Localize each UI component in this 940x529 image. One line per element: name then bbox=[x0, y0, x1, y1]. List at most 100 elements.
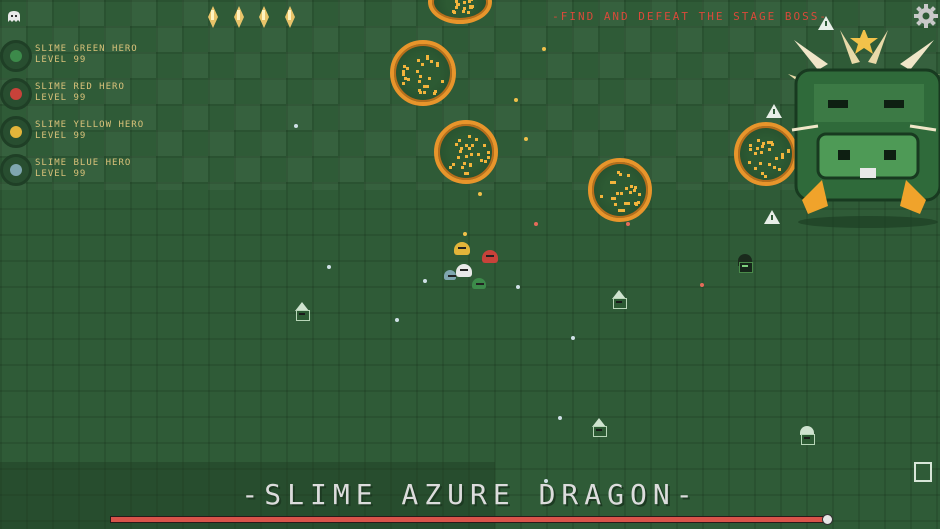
spore-speck bbox=[760, 151, 764, 155]
spore-speck bbox=[753, 166, 757, 170]
spore-speck bbox=[617, 171, 621, 175]
slime-icon bbox=[10, 88, 22, 100]
spore-speck bbox=[780, 156, 784, 160]
spore-speck bbox=[766, 140, 770, 144]
spore-speck bbox=[434, 89, 438, 93]
spore-speck bbox=[468, 4, 472, 8]
projectile bbox=[534, 222, 538, 226]
spore-speck bbox=[626, 201, 630, 205]
spore-speck bbox=[426, 85, 430, 89]
spore-speck bbox=[468, 147, 472, 151]
spore-speck bbox=[420, 62, 424, 66]
spore-speck bbox=[425, 57, 429, 61]
spore-speck bbox=[467, 11, 471, 15]
spore-speck bbox=[418, 75, 422, 79]
spore-speck bbox=[415, 69, 419, 73]
spore-speck bbox=[625, 186, 629, 190]
spore-speck bbox=[475, 137, 479, 141]
minion-enemy bbox=[798, 426, 816, 445]
spore-speck bbox=[749, 143, 752, 147]
projectile bbox=[558, 416, 562, 420]
spore-speck bbox=[612, 196, 616, 200]
spore-speck bbox=[483, 159, 487, 163]
spore-speck bbox=[771, 142, 775, 146]
player-name: SLIME YELLOW HERO bbox=[35, 120, 145, 130]
gear-icon[interactable] bbox=[914, 4, 938, 28]
spore-speck bbox=[454, 143, 458, 147]
spore-speck bbox=[404, 76, 408, 80]
spore-speck bbox=[418, 88, 422, 92]
ghost-icon[interactable] bbox=[6, 10, 22, 22]
player-slime-red bbox=[482, 250, 498, 263]
player-avatar bbox=[0, 116, 32, 148]
spore-speck bbox=[486, 155, 490, 159]
spore-speck bbox=[452, 9, 456, 13]
spore-speck bbox=[610, 180, 614, 184]
spore-speck bbox=[406, 67, 410, 71]
projectile bbox=[294, 124, 298, 128]
slime-icon bbox=[10, 126, 22, 138]
player-level: LEVEL 99 bbox=[35, 169, 87, 179]
minion-enemy bbox=[610, 290, 628, 309]
player-entry-green: SLIME GREEN HERO LEVEL 99 bbox=[0, 40, 200, 74]
spore-speck bbox=[617, 208, 621, 212]
projectile bbox=[700, 283, 704, 287]
spore-speck bbox=[469, 162, 473, 166]
spore-speck bbox=[465, 154, 469, 158]
projectile bbox=[327, 265, 331, 269]
spore-speck bbox=[465, 171, 469, 175]
spore-speck bbox=[462, 7, 466, 11]
spore-speck bbox=[458, 149, 462, 153]
slime-icon bbox=[10, 164, 22, 176]
spore-speck bbox=[761, 142, 765, 146]
spore-speck bbox=[427, 77, 431, 81]
spore-speck bbox=[463, 0, 467, 4]
player-slime-yellow bbox=[454, 242, 470, 255]
spore-speck bbox=[630, 184, 634, 188]
player-slime-white bbox=[456, 264, 472, 277]
projectile bbox=[463, 232, 467, 236]
spore-speck bbox=[753, 152, 757, 156]
spore-speck bbox=[628, 190, 632, 194]
projectile bbox=[478, 192, 482, 196]
spore-speck bbox=[768, 162, 772, 166]
projectile bbox=[395, 318, 399, 322]
spore-speck bbox=[619, 191, 623, 195]
spore-speck bbox=[457, 138, 461, 142]
spore-speck bbox=[638, 193, 642, 197]
spore-speck bbox=[423, 84, 427, 88]
spore-speck bbox=[402, 81, 406, 85]
spore-speck bbox=[763, 175, 767, 179]
player-level: LEVEL 99 bbox=[35, 93, 87, 103]
spore-speck bbox=[599, 195, 603, 199]
spore-speck bbox=[756, 147, 760, 150]
spore-speck bbox=[626, 174, 630, 178]
spore-speck bbox=[465, 143, 469, 147]
spore-speck bbox=[476, 153, 480, 157]
projectile bbox=[516, 285, 520, 289]
spore-speck bbox=[455, 5, 459, 9]
spore-speck bbox=[407, 77, 411, 81]
spore-speck bbox=[758, 162, 762, 166]
spore-speck bbox=[402, 64, 406, 68]
spore-speck bbox=[462, 161, 466, 165]
spore-speck bbox=[452, 163, 456, 167]
spore-speck bbox=[401, 69, 405, 73]
spore-speck bbox=[623, 202, 627, 206]
boss-health-bar bbox=[110, 516, 828, 523]
player-level: LEVEL 99 bbox=[35, 55, 87, 65]
projectile bbox=[514, 98, 518, 102]
boss-dragon bbox=[788, 30, 940, 228]
player-slime-green bbox=[472, 278, 486, 289]
spore-speck bbox=[635, 202, 639, 206]
spore-speck bbox=[613, 202, 617, 206]
player-avatar bbox=[0, 78, 32, 110]
spore-speck bbox=[436, 64, 440, 68]
spore-speck bbox=[777, 168, 781, 172]
exit-icon[interactable] bbox=[914, 462, 932, 482]
projectile bbox=[626, 222, 630, 226]
spore-speck bbox=[633, 185, 637, 189]
spore-speck bbox=[416, 59, 420, 63]
player-entry-red: SLIME RED HERO LEVEL 99 bbox=[0, 78, 200, 112]
player-entry-yellow: SLIME YELLOW HERO LEVEL 99 bbox=[0, 116, 200, 150]
